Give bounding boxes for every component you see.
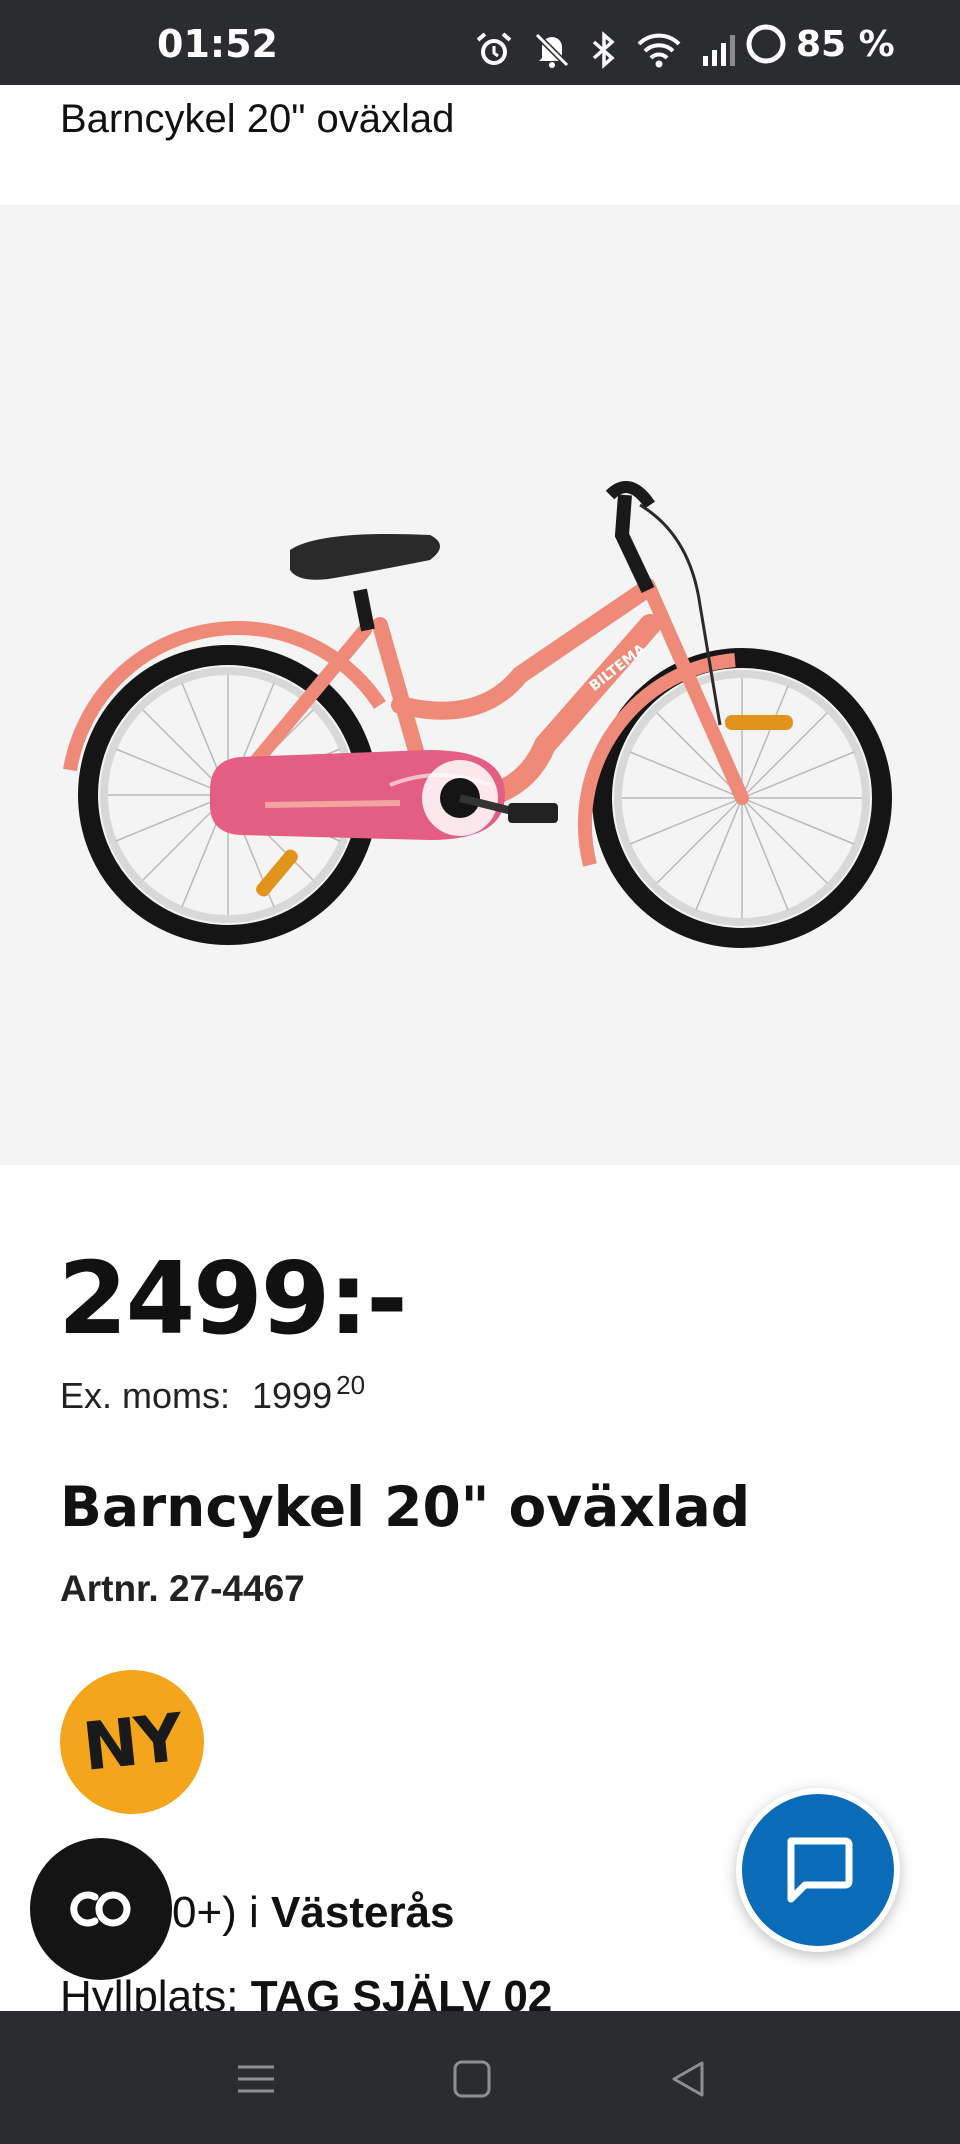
ex-vat-value: 1999 <box>252 1375 333 1416</box>
home-icon <box>453 2060 491 2098</box>
bell-muted-icon <box>534 32 570 68</box>
co-logo-icon <box>70 1891 131 1927</box>
status-bar: 01:52 85 % <box>0 0 960 85</box>
signal-icon <box>703 35 735 66</box>
battery-percent: 85 % <box>796 23 895 65</box>
ex-vat-cents: 20 <box>336 1370 366 1400</box>
back-button[interactable] <box>658 2049 718 2109</box>
status-icons <box>474 30 740 70</box>
wifi-icon <box>637 33 681 68</box>
product-image[interactable]: BILTEMA <box>0 205 960 1165</box>
chat-button[interactable] <box>736 1788 900 1952</box>
recents-button[interactable] <box>226 2049 286 2109</box>
co-logo-button[interactable] <box>30 1838 172 1980</box>
price-ex-vat: Ex. moms: 1999 20 <box>60 1370 365 1417</box>
battery-ring-icon <box>746 24 786 64</box>
new-badge: NY <box>60 1670 204 1814</box>
home-button[interactable] <box>442 2049 502 2109</box>
ex-vat-label: Ex. moms: <box>60 1375 231 1416</box>
chainguard <box>210 750 505 840</box>
page-title: Barncykel 20" oväxlad <box>60 97 455 141</box>
chat-icon <box>787 1837 853 1903</box>
system-nav-bar <box>0 2011 960 2144</box>
bicycle-image: BILTEMA <box>63 481 892 948</box>
status-time: 01:52 <box>157 22 278 66</box>
back-icon <box>672 2061 704 2097</box>
page-header: Barncykel 20" oväxlad <box>0 85 960 205</box>
new-badge-label: NY <box>79 1698 185 1786</box>
bluetooth-icon <box>592 31 615 69</box>
product-price: 2499:- <box>58 1240 408 1357</box>
alarm-icon <box>476 32 512 65</box>
product-name: Barncykel 20" oväxlad <box>60 1475 751 1539</box>
store-name: Västerås <box>271 1888 455 1937</box>
recents-icon <box>238 2065 274 2093</box>
article-number: Artnr. 27-4467 <box>60 1568 305 1609</box>
stock-count: 0+) i <box>172 1888 272 1937</box>
battery-status: 85 % <box>744 22 895 66</box>
